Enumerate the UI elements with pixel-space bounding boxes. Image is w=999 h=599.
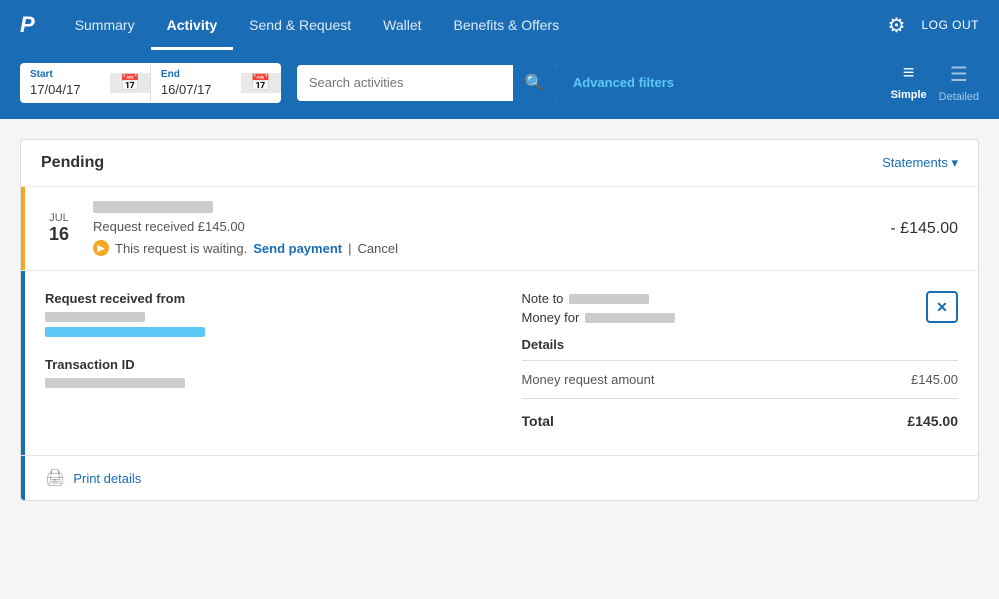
end-date-label: End — [161, 69, 231, 80]
transaction-name-blur — [93, 201, 213, 213]
status-text: This request is waiting. — [115, 241, 247, 256]
nav-link-send-request[interactable]: Send & Request — [233, 0, 367, 50]
details-section: Details Money request amount £145.00 Tot… — [522, 337, 959, 435]
nav-link-wallet[interactable]: Wallet — [367, 0, 437, 50]
cancel-link[interactable]: Cancel — [357, 241, 397, 256]
advanced-filters-button[interactable]: Advanced filters — [573, 75, 674, 90]
start-date-value: 17/04/17 — [30, 82, 100, 97]
pending-title: Pending — [41, 154, 104, 172]
nav-link-summary[interactable]: Summary — [59, 0, 151, 50]
activity-panel: Pending Statements ▾ JUL 16 Request rece… — [20, 139, 979, 501]
statements-button[interactable]: Statements ▾ — [882, 155, 958, 171]
request-name-blur-1 — [45, 312, 145, 322]
simple-view-label: Simple — [891, 89, 927, 101]
request-from-title: Request received from — [45, 291, 482, 306]
settings-icon[interactable]: ⚙ — [888, 13, 906, 38]
detail-row-value: £145.00 — [911, 372, 958, 387]
print-section: 🖨 Print details — [21, 455, 978, 500]
logout-button[interactable]: LOG OUT — [921, 18, 979, 32]
detail-amount-row: Money request amount £145.00 — [522, 369, 959, 390]
nav-links: Summary Activity Send & Request Wallet B… — [59, 0, 888, 50]
detail-left-border — [21, 271, 25, 455]
transaction-detail: Request received from Transaction ID Not… — [21, 270, 978, 455]
search-box: 🔍 — [297, 65, 557, 101]
print-left-border — [21, 456, 25, 500]
date-range: Start 17/04/17 📅 End 16/07/17 📅 — [20, 63, 281, 103]
details-title: Details — [522, 337, 959, 352]
navbar: P Summary Activity Send & Request Wallet… — [0, 0, 999, 50]
nav-link-benefits[interactable]: Benefits & Offers — [438, 0, 576, 50]
money-for-row: Money for — [522, 310, 959, 325]
total-row: Total £145.00 — [522, 407, 959, 435]
start-date-label: Start — [30, 69, 100, 80]
start-date-field: Start 17/04/17 — [20, 63, 110, 103]
simple-view-toggle[interactable]: ≡ Simple — [891, 62, 927, 103]
status-icon: ▶ — [93, 240, 109, 256]
total-divider — [522, 398, 959, 399]
divider: | — [348, 241, 351, 256]
transaction-day: 16 — [41, 224, 77, 245]
transaction-status: ▶ This request is waiting. Send payment … — [93, 240, 874, 256]
end-date-value: 16/07/17 — [161, 82, 231, 97]
search-input[interactable] — [297, 67, 513, 98]
print-icon: 🖨 — [45, 468, 65, 488]
note-to-row: Note to — [522, 291, 959, 306]
transaction-info: Request received £145.00 ▶ This request … — [93, 201, 874, 256]
brand-logo: P — [20, 12, 35, 38]
filters-bar: Start 17/04/17 📅 End 16/07/17 📅 🔍 Advanc… — [0, 50, 999, 119]
transaction-row[interactable]: JUL 16 Request received £145.00 ▶ This r… — [21, 186, 978, 270]
end-date-field: End 16/07/17 — [151, 63, 241, 103]
request-name-blur-2 — [45, 327, 205, 337]
search-button[interactable]: 🔍 — [513, 65, 557, 101]
transaction-description: Request received £145.00 — [93, 219, 874, 234]
nav-right: ⚙ LOG OUT — [888, 13, 979, 38]
detail-content: Request received from Transaction ID Not… — [21, 271, 978, 455]
detailed-view-icon: ☰ — [950, 62, 968, 87]
total-value: £145.00 — [907, 413, 958, 429]
note-to-label: Note to — [522, 291, 564, 306]
money-for-blur — [585, 313, 675, 323]
send-payment-link[interactable]: Send payment — [253, 241, 342, 256]
main-content: Pending Statements ▾ JUL 16 Request rece… — [0, 119, 999, 521]
detail-left: Request received from Transaction ID — [45, 291, 482, 435]
detailed-view-toggle[interactable]: ☰ Detailed — [939, 62, 979, 103]
pending-header: Pending Statements ▾ — [21, 140, 978, 186]
detailed-view-label: Detailed — [939, 91, 979, 103]
transaction-id-title: Transaction ID — [45, 357, 482, 372]
money-for-label: Money for — [522, 310, 580, 325]
transaction-id-blur — [45, 378, 185, 388]
view-toggles: ≡ Simple ☰ Detailed — [891, 62, 979, 103]
note-name-blur — [569, 294, 649, 304]
transaction-amount: - £145.00 — [890, 220, 958, 238]
transaction-id-section: Transaction ID — [45, 357, 482, 388]
print-button[interactable]: 🖨 Print details — [45, 468, 954, 488]
simple-view-icon: ≡ — [903, 62, 915, 85]
detail-right: Note to Money for Details Money request … — [522, 291, 959, 435]
transaction-date: JUL 16 — [41, 212, 77, 245]
end-date-calendar-button[interactable]: 📅 — [241, 73, 281, 93]
start-date-calendar-button[interactable]: 📅 — [110, 73, 150, 93]
total-label: Total — [522, 413, 554, 429]
details-divider — [522, 360, 959, 361]
transaction-month: JUL — [41, 212, 77, 224]
print-label: Print details — [73, 471, 141, 486]
close-button[interactable]: ✕ — [926, 291, 958, 323]
transaction-left-border — [21, 187, 25, 270]
detail-row-label: Money request amount — [522, 372, 655, 387]
nav-link-activity[interactable]: Activity — [151, 0, 234, 50]
